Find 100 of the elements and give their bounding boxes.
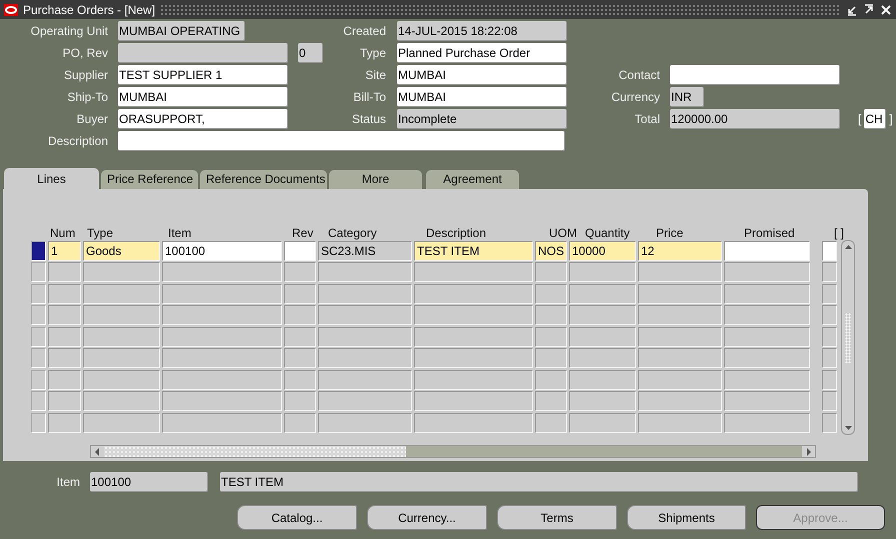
table-cell[interactable] [569, 370, 636, 390]
table-cell[interactable] [48, 262, 81, 282]
table-cell[interactable] [569, 412, 636, 433]
table-cell[interactable] [535, 370, 567, 390]
tab[interactable]: More [329, 170, 422, 189]
table-cell[interactable] [569, 391, 636, 412]
table-cell[interactable] [414, 305, 533, 326]
table-cell[interactable] [569, 326, 636, 347]
table-cell[interactable] [414, 412, 533, 433]
table-cell[interactable] [284, 284, 316, 304]
table-cell[interactable] [318, 284, 412, 304]
table-cell[interactable] [638, 370, 722, 390]
table-cell[interactable] [822, 370, 837, 390]
item-description-field[interactable]: TEST ITEM [220, 472, 858, 492]
table-cell[interactable] [638, 284, 722, 304]
table-cell[interactable] [414, 284, 533, 304]
table-cell[interactable] [724, 305, 810, 326]
table-cell[interactable] [569, 305, 636, 326]
table-cell[interactable] [48, 391, 81, 412]
flexfield[interactable]: CH [864, 109, 886, 129]
table-cell[interactable] [162, 370, 282, 390]
table-cell[interactable]: 100100 [162, 240, 282, 261]
table-cell[interactable] [724, 240, 810, 261]
table-cell[interactable] [83, 370, 160, 390]
table-cell[interactable] [535, 412, 567, 433]
table-cell[interactable] [162, 391, 282, 412]
table-cell[interactable] [318, 326, 412, 347]
action-button[interactable]: Currency... [367, 505, 487, 530]
table-cell[interactable] [638, 262, 722, 282]
table-cell[interactable] [638, 326, 722, 347]
table-cell[interactable] [535, 305, 567, 326]
table-cell[interactable] [724, 348, 810, 368]
table-cell[interactable] [535, 284, 567, 304]
table-cell[interactable] [48, 348, 81, 368]
close-icon[interactable] [880, 4, 892, 16]
text-field[interactable]: MUMBAI OPERATING [118, 21, 245, 41]
text-field[interactable]: 14-JUL-2015 18:22:08 [397, 21, 567, 41]
table-cell[interactable] [414, 348, 533, 368]
table-cell[interactable] [83, 326, 160, 347]
table-cell[interactable] [318, 370, 412, 390]
table-cell[interactable] [162, 348, 282, 368]
record-indicator[interactable] [31, 240, 46, 261]
table-cell[interactable] [724, 326, 810, 347]
table-cell[interactable] [638, 348, 722, 368]
table-cell[interactable] [284, 262, 316, 282]
table-cell[interactable] [83, 348, 160, 368]
table-cell[interactable]: SC23.MIS [318, 240, 412, 261]
table-cell[interactable] [724, 391, 810, 412]
text-field[interactable]: Planned Purchase Order [397, 43, 567, 63]
table-cell[interactable] [83, 391, 160, 412]
action-button[interactable]: Terms [497, 505, 617, 530]
table-cell[interactable] [318, 262, 412, 282]
table-cell[interactable] [318, 348, 412, 368]
table-cell[interactable] [724, 262, 810, 282]
text-field[interactable] [118, 131, 565, 151]
table-cell[interactable] [284, 305, 316, 326]
table-cell[interactable] [318, 391, 412, 412]
table-cell[interactable] [638, 305, 722, 326]
table-cell[interactable] [822, 262, 837, 282]
table-cell[interactable] [284, 240, 316, 261]
table-cell[interactable]: 1 [48, 240, 81, 261]
text-field[interactable]: MUMBAI [397, 65, 567, 85]
table-cell[interactable]: 12 [638, 240, 722, 261]
action-button[interactable]: Shipments [627, 505, 746, 530]
table-cell[interactable] [569, 284, 636, 304]
horizontal-scrollbar[interactable] [90, 445, 816, 458]
table-cell[interactable] [48, 412, 81, 433]
table-cell[interactable] [414, 326, 533, 347]
table-cell[interactable] [162, 326, 282, 347]
table-cell[interactable] [83, 262, 160, 282]
table-cell[interactable] [638, 412, 722, 433]
table-cell[interactable] [48, 370, 81, 390]
table-cell[interactable] [822, 305, 837, 326]
table-cell[interactable] [535, 326, 567, 347]
table-cell[interactable] [284, 391, 316, 412]
table-cell[interactable] [535, 262, 567, 282]
text-field[interactable]: ORASUPPORT, [118, 109, 288, 129]
table-cell[interactable] [822, 391, 837, 412]
text-field[interactable]: MUMBAI [118, 87, 288, 107]
table-cell[interactable] [48, 305, 81, 326]
table-cell[interactable] [83, 305, 160, 326]
table-cell[interactable] [569, 262, 636, 282]
table-cell[interactable] [414, 370, 533, 390]
table-cell[interactable] [83, 284, 160, 304]
item-field[interactable]: 100100 [90, 472, 208, 492]
table-cell[interactable] [822, 326, 837, 347]
table-cell[interactable] [318, 412, 412, 433]
table-cell[interactable] [535, 391, 567, 412]
tab[interactable]: Price Reference [101, 170, 198, 189]
table-cell[interactable] [822, 412, 837, 433]
table-cell[interactable] [414, 391, 533, 412]
table-cell[interactable] [284, 370, 316, 390]
table-cell[interactable] [162, 412, 282, 433]
table-cell[interactable] [284, 326, 316, 347]
table-cell[interactable] [414, 262, 533, 282]
tab[interactable]: Reference Documents [200, 170, 327, 189]
table-cell[interactable] [724, 370, 810, 390]
tab[interactable]: Lines [4, 168, 99, 189]
maximize-icon[interactable] [863, 4, 875, 16]
text-field[interactable]: Incomplete [397, 109, 567, 129]
